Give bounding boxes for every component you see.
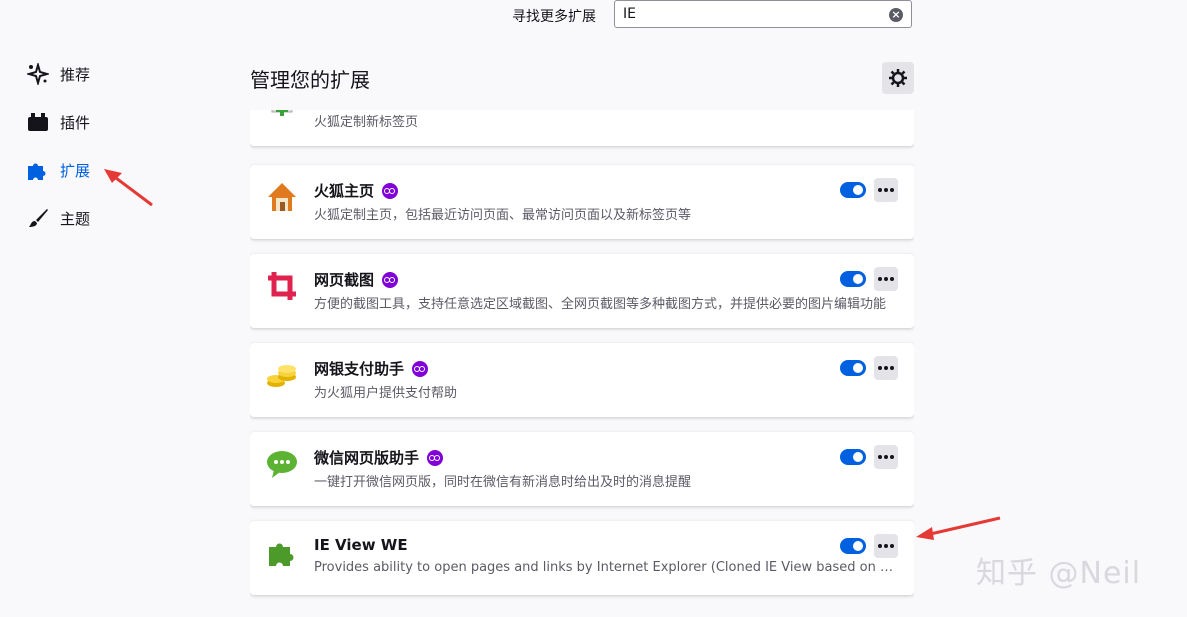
sidebar-item-label: 推荐 (60, 65, 91, 84)
extension-card[interactable]: 网页截图 方便的截图工具，支持任意选定区域截图、全网页截图等多种截图方式，并提供… (250, 254, 914, 328)
more-options-button[interactable] (874, 534, 898, 558)
page-title: 管理您的扩展 (250, 68, 370, 92)
find-more-extensions-label: 寻找更多扩展 (512, 9, 596, 25)
wechat-icon (266, 448, 298, 480)
enable-toggle[interactable] (840, 271, 866, 287)
coins-icon (266, 359, 298, 391)
enable-toggle[interactable] (840, 360, 866, 376)
annotation-arrow-more-button (916, 516, 1001, 540)
extension-name: 网银支付助手 (314, 358, 429, 379)
settings-gear-button[interactable] (882, 62, 914, 94)
extension-description: 火狐定制主页，包括最近访问页面、最常访问页面以及新标签页等 (314, 208, 692, 223)
more-options-button[interactable] (874, 178, 898, 202)
sparkle-icon (26, 62, 50, 86)
annotation-arrow-sidebar (104, 169, 153, 207)
newtab-icon (266, 110, 298, 120)
plugin-icon (26, 110, 50, 134)
sidebar-item-plugins[interactable]: 插件 (26, 108, 90, 136)
private-browsing-badge-icon (427, 449, 444, 466)
sidebar-item-themes[interactable]: 主题 (26, 204, 90, 232)
extension-description: Provides ability to open pages and links… (314, 560, 898, 575)
extension-description: 为火狐用户提供支付帮助 (314, 386, 458, 401)
extension-name: 火狐主页 (314, 180, 399, 201)
extension-list: 火狐定制新标签页 火狐主页 火狐定制主页，包括最近访问页面、最常访问页面以及新标… (250, 110, 914, 617)
crop-icon (266, 270, 298, 302)
enable-toggle[interactable] (840, 538, 866, 554)
private-browsing-badge-icon (382, 182, 399, 199)
extension-description: 方便的截图工具，支持任意选定区域截图、全网页截图等多种截图方式，并提供必要的图片… (314, 297, 887, 312)
extension-card[interactable]: 火狐主页 火狐定制主页，包括最近访问页面、最常访问页面以及新标签页等 (250, 165, 914, 239)
enable-toggle[interactable] (840, 449, 866, 465)
sidebar-item-extensions[interactable]: 扩展 (26, 156, 90, 184)
enable-toggle[interactable] (840, 182, 866, 198)
search-input[interactable] (623, 5, 883, 23)
extension-description: 火狐定制新标签页 (314, 115, 419, 130)
clear-search-icon[interactable]: × (889, 8, 903, 22)
brush-icon (26, 206, 50, 230)
extension-name: 微信网页版助手 (314, 447, 444, 468)
private-browsing-badge-icon (412, 360, 429, 377)
more-options-button[interactable] (874, 267, 898, 291)
private-browsing-badge-icon (382, 271, 399, 288)
extension-card[interactable]: 火狐定制新标签页 (250, 110, 914, 146)
extension-name: 网页截图 (314, 269, 399, 290)
extension-card[interactable]: IE View WE Provides ability to open page… (250, 521, 914, 595)
home-icon (266, 181, 298, 213)
puzzle-icon (26, 158, 50, 182)
sidebar-item-label: 扩展 (60, 161, 91, 180)
watermark: 知乎 @Neil (976, 556, 1142, 591)
more-options-button[interactable] (874, 445, 898, 469)
extension-card[interactable]: 网银支付助手 为火狐用户提供支付帮助 (250, 343, 914, 417)
more-options-button[interactable] (874, 356, 898, 380)
gear-icon (889, 69, 907, 87)
search-field[interactable]: × (614, 0, 912, 28)
sidebar-item-label: 插件 (60, 113, 91, 132)
extension-name: IE View WE (314, 536, 408, 554)
extension-card[interactable]: 微信网页版助手 一键打开微信网页版，同时在微信有新消息时给出及时的消息提醒 (250, 432, 914, 506)
sidebar-item-label: 主题 (60, 209, 91, 228)
sidebar-item-recommended[interactable]: 推荐 (26, 60, 90, 88)
puzzle-green-icon (266, 537, 298, 569)
extension-description: 一键打开微信网页版，同时在微信有新消息时给出及时的消息提醒 (314, 475, 692, 490)
